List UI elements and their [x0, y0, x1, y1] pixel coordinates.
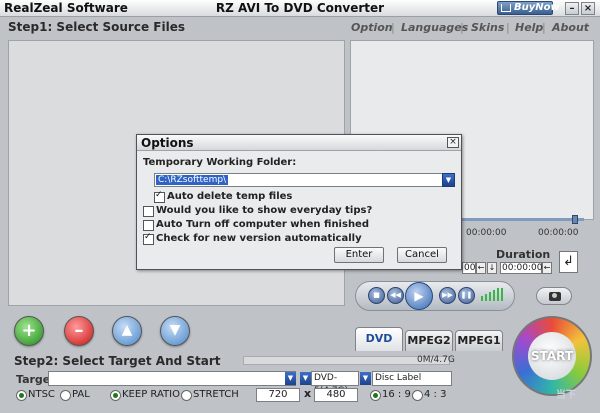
disc-capacity-text: 0M/4.7G: [417, 355, 455, 365]
tab-dvd[interactable]: DVD: [355, 327, 403, 351]
start-time-field[interactable]: 00: [462, 262, 476, 274]
disc-size-select[interactable]: DVD-5(4.7G): [311, 371, 359, 396]
start-label: START: [530, 349, 574, 363]
snapshot-button[interactable]: [536, 287, 572, 305]
ratio-16-9-radio[interactable]: 16 : 9: [370, 389, 411, 401]
menu-about[interactable]: About: [552, 21, 589, 34]
current-time: 00:00:00: [466, 228, 507, 238]
move-down-button[interactable]: ▼: [160, 316, 190, 346]
tab-mpeg1[interactable]: MPEG1: [455, 330, 503, 351]
stop-button[interactable]: ■: [368, 287, 385, 304]
duration-label: Duration: [496, 248, 551, 261]
title-bar: RealZeal Software RZ AVI To DVD Converte…: [0, 0, 600, 17]
temp-folder-value: C:\RZsofttemp\: [156, 175, 229, 185]
pause-button[interactable]: ❚❚: [458, 287, 475, 304]
add-file-button[interactable]: +: [14, 316, 44, 346]
menu-separator: |: [460, 21, 464, 34]
cancel-button[interactable]: Cancel: [397, 247, 447, 263]
ntsc-radio[interactable]: NTSC: [16, 389, 55, 401]
dialog-title: Options: [141, 136, 194, 150]
menu-separator: |: [391, 21, 395, 34]
volume-level-icon[interactable]: [485, 294, 487, 301]
check-version-checkbox[interactable]: Check for new version automatically: [143, 232, 362, 245]
menu-help[interactable]: Help: [515, 21, 543, 34]
remove-file-button[interactable]: –: [64, 316, 94, 346]
stretch-radio[interactable]: STRETCH: [181, 389, 239, 401]
buy-now-button[interactable]: BuyNow: [497, 1, 560, 15]
start-button[interactable]: START: [512, 316, 592, 396]
temp-folder-dropdown-button[interactable]: ▼: [442, 173, 455, 187]
seek-handle[interactable]: [572, 215, 578, 224]
total-time: 00:00:00: [538, 228, 579, 238]
buy-now-label: BuyNow: [514, 2, 560, 13]
height-field[interactable]: 480: [314, 388, 358, 402]
volume-level-icon[interactable]: [497, 288, 499, 301]
set-end-left-button[interactable]: ←: [542, 262, 552, 274]
width-field[interactable]: 720: [256, 388, 300, 402]
options-dialog: Options × Temporary Working Folder: C:\R…: [136, 134, 462, 270]
dimension-separator: x: [304, 387, 312, 400]
show-tips-checkbox[interactable]: Would you like to show everyday tips?: [143, 205, 372, 217]
menu-option[interactable]: Option: [351, 21, 393, 34]
dialog-title-bar: Options ×: [137, 135, 461, 151]
menu-languages[interactable]: Languages: [401, 21, 468, 34]
minimize-button[interactable]: –: [565, 2, 579, 15]
volume-level-icon[interactable]: [501, 288, 503, 301]
step2-title: Step2: Select Target And Start: [14, 354, 221, 368]
cart-icon: [501, 4, 511, 12]
volume-level-icon[interactable]: [489, 292, 491, 301]
menu-separator: |: [542, 21, 546, 34]
volume-level-icon[interactable]: [481, 296, 483, 301]
step1-title: Step1: Select Source Files: [8, 20, 185, 34]
disc-size-arrow-button[interactable]: ▼: [360, 372, 371, 385]
auto-delete-checkbox[interactable]: Auto delete temp files: [154, 190, 292, 203]
disc-label-input[interactable]: Disc Label: [372, 371, 452, 386]
menu-separator: |: [506, 21, 510, 34]
auto-turn-off-checkbox[interactable]: Auto Turn off computer when finished: [143, 219, 369, 231]
ratio-4-3-radio[interactable]: 4 : 3: [412, 389, 446, 401]
forward-button[interactable]: ▶▶: [439, 287, 456, 304]
set-start-left-button[interactable]: ←: [476, 262, 486, 274]
rewind-button[interactable]: ◀◀: [387, 287, 404, 304]
play-button[interactable]: ▶: [405, 282, 433, 310]
temp-folder-input[interactable]: C:\RZsofttemp\: [154, 173, 443, 187]
temp-folder-label: Temporary Working Folder:: [143, 157, 297, 168]
pal-radio[interactable]: PAL: [60, 389, 90, 401]
menu-skins[interactable]: Skins: [471, 21, 504, 34]
set-start-down-button[interactable]: ↓: [487, 262, 497, 274]
move-up-button[interactable]: ▲: [112, 316, 142, 346]
tab-mpeg2[interactable]: MPEG2: [405, 330, 453, 351]
watermark-logo: 当下: [556, 390, 576, 401]
dialog-close-button[interactable]: ×: [447, 137, 459, 148]
volume-level-icon[interactable]: [493, 290, 495, 301]
close-window-button[interactable]: ×: [581, 2, 595, 15]
menu-bar: Option | Languages | Skins | Help | Abou…: [346, 20, 592, 38]
disc-size-dropdown-icon[interactable]: ▼: [300, 372, 311, 385]
target-folder-input[interactable]: [48, 371, 296, 386]
enter-button[interactable]: Enter: [334, 247, 384, 263]
target-dropdown-button[interactable]: ▼: [285, 372, 296, 385]
enter-arrow-icon[interactable]: ↲: [559, 251, 578, 273]
keep-ratio-radio[interactable]: KEEP RATIO: [110, 389, 180, 401]
camera-icon: [549, 292, 561, 301]
end-time-field[interactable]: 00:00:00: [500, 262, 542, 274]
